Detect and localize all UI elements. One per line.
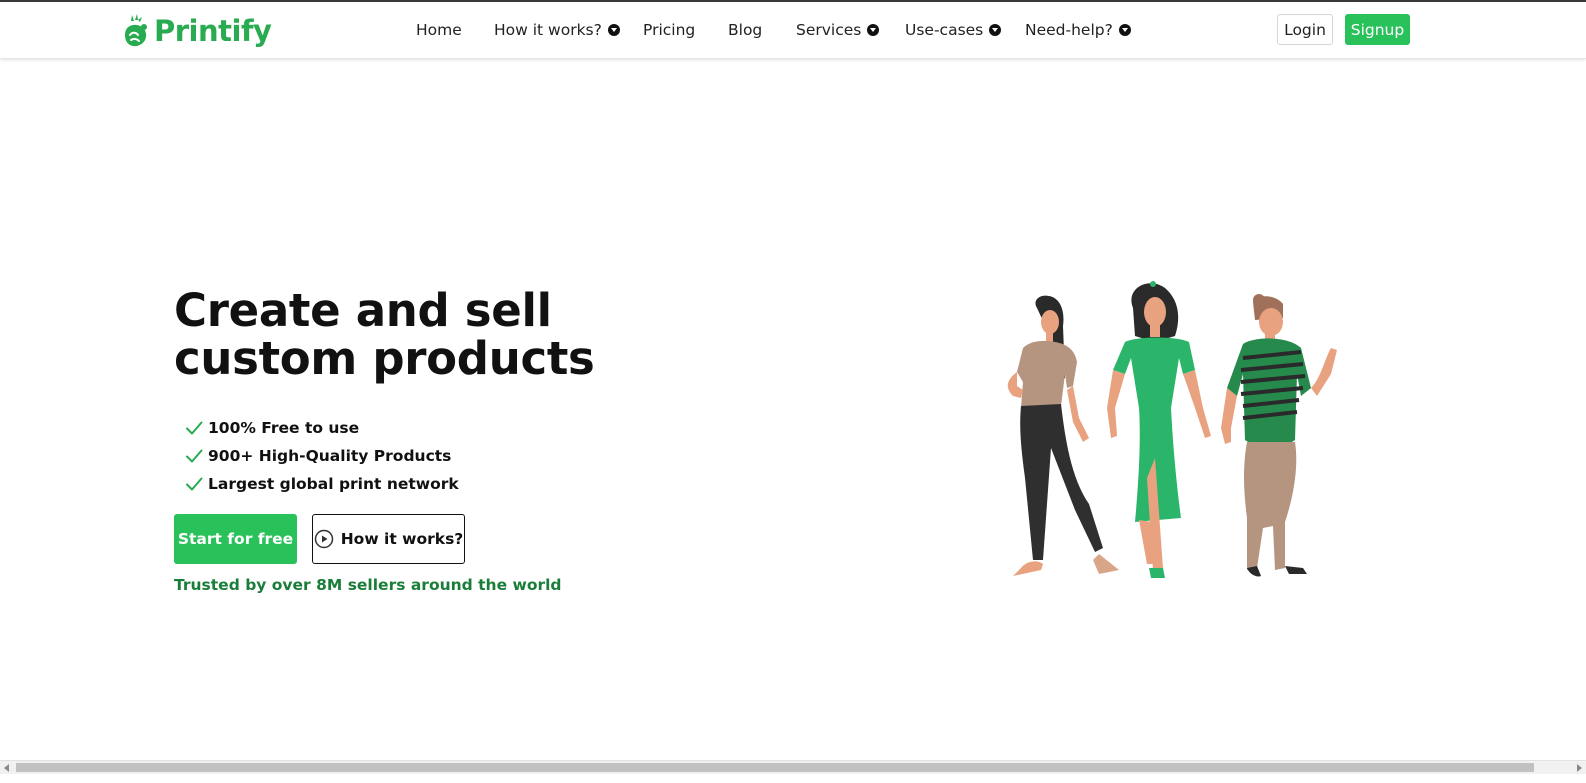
feature-label: 100% Free to use: [208, 419, 360, 437]
navbar: Printify Home How it works? Pricing Blog…: [0, 2, 1586, 59]
login-button[interactable]: Login: [1277, 14, 1333, 45]
chevron-down-icon: [867, 24, 880, 36]
window-bottom-edge: [0, 774, 1586, 783]
chevron-down-icon: [607, 24, 620, 36]
scroll-right-arrow-icon[interactable]: [1577, 764, 1582, 772]
feature-item: Largest global print network: [185, 470, 459, 498]
nav-item-label: Blog: [728, 21, 763, 39]
page: Printify Home How it works? Pricing Blog…: [0, 0, 1586, 783]
chevron-down-icon: [989, 24, 1002, 36]
feature-label: Largest global print network: [208, 475, 459, 493]
nav-item-need-help[interactable]: Need-help?: [1025, 20, 1131, 40]
check-icon: [186, 421, 203, 435]
check-icon: [186, 449, 203, 463]
play-circle-icon: [314, 529, 333, 549]
trusted-by-text: Trusted by over 8M sellers around the wo…: [174, 576, 562, 594]
hero-title-line: Create and sell: [174, 284, 552, 337]
nav-item-label: Home: [416, 21, 462, 39]
feature-list: 100% Free to use 900+ High-Quality Produ…: [185, 414, 459, 498]
feature-item: 100% Free to use: [185, 414, 459, 442]
feature-item: 900+ High-Quality Products: [185, 442, 459, 470]
woman-right-figure: [1221, 294, 1337, 577]
how-it-works-label: How it works?: [340, 530, 464, 548]
scrollbar-thumb[interactable]: [16, 763, 1534, 772]
woman-middle-figure: [1107, 281, 1211, 578]
nav-item-home[interactable]: Home: [416, 20, 462, 40]
nav-item-how-it-works[interactable]: How it works?: [494, 20, 620, 40]
nav-item-label: Need-help?: [1025, 21, 1113, 39]
nav-item-label: Services: [796, 21, 862, 39]
nav-item-blog[interactable]: Blog: [728, 20, 762, 40]
horizontal-scrollbar[interactable]: [0, 760, 1586, 775]
how-it-works-button[interactable]: How it works?: [312, 514, 465, 564]
start-for-free-button[interactable]: Start for free: [174, 514, 297, 564]
nav-item-pricing[interactable]: Pricing: [643, 20, 695, 40]
chevron-down-icon: [1118, 24, 1131, 36]
check-icon: [186, 477, 203, 491]
feature-label: 900+ High-Quality Products: [208, 447, 452, 465]
signup-button[interactable]: Signup: [1345, 14, 1410, 45]
hero-illustration: [1007, 281, 1337, 578]
nav-item-label: Pricing: [643, 21, 696, 39]
nav-item-label: How it works?: [494, 21, 602, 39]
nav-item-label: Use-cases: [905, 21, 984, 39]
hero-title-line: custom products: [174, 332, 595, 385]
hero-title: Create and sell custom products: [174, 287, 634, 383]
scroll-left-arrow-icon[interactable]: [4, 764, 9, 772]
nav-item-use-cases[interactable]: Use-cases: [905, 20, 1002, 40]
woman-left-figure: [1007, 295, 1119, 576]
nav-item-services[interactable]: Services: [796, 20, 880, 40]
